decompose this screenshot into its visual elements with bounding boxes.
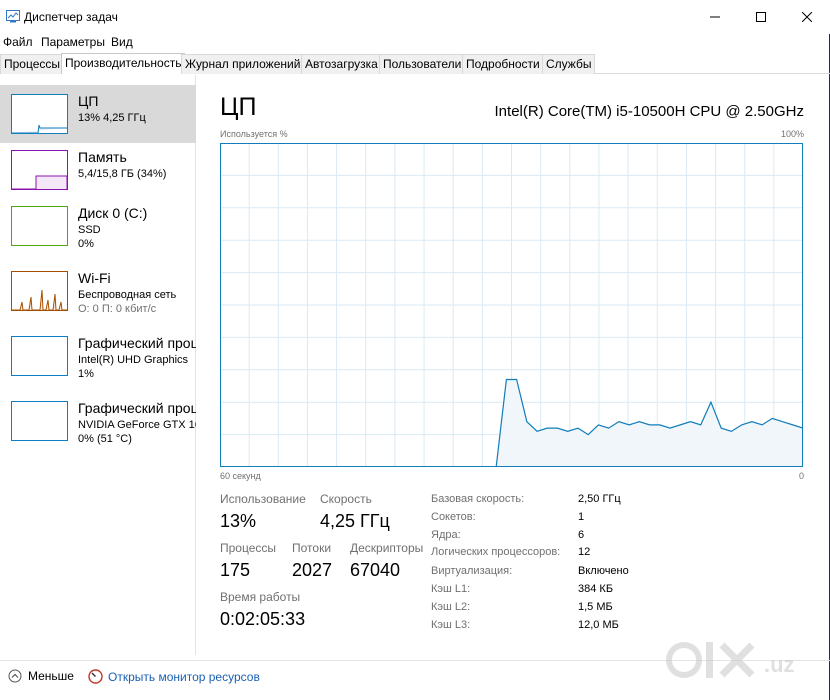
cpu-usage-graph bbox=[220, 143, 803, 467]
graph-x-label: 60 секунд bbox=[220, 471, 261, 481]
watermark-domain: .uz bbox=[764, 652, 795, 677]
graph-y-label: Используется % bbox=[220, 129, 288, 139]
handles-value: 67040 bbox=[350, 560, 401, 580]
sidebar-item-detail: О: 0 П: 0 кбит/с bbox=[78, 303, 157, 315]
handles-label: Дескрипторы bbox=[350, 541, 424, 555]
open-resource-monitor-label: Открыть монитор ресурсов bbox=[108, 669, 260, 684]
sidebar-item-gpu-1[interactable]: Графический процессор 1 NVIDIA GeForce G… bbox=[0, 392, 196, 450]
sidebar-item-detail: Беспроводная сеть bbox=[78, 289, 177, 301]
cpu-model-name: Intel(R) Core(TM) i5-10500H CPU @ 2.50GH… bbox=[494, 103, 804, 120]
maximize-button[interactable] bbox=[738, 0, 784, 34]
usage-label: Использование bbox=[220, 492, 306, 506]
spec-value: 6 bbox=[578, 529, 585, 541]
minimize-icon bbox=[710, 16, 720, 18]
sidebar-item-disk[interactable]: Диск 0 (C:) SSD 0% bbox=[0, 197, 196, 255]
sidebar-item-detail: Intel(R) UHD Graphics bbox=[78, 354, 189, 366]
close-button[interactable] bbox=[784, 0, 830, 34]
speed-label: Скорость bbox=[320, 492, 372, 506]
threads-label: Потоки bbox=[292, 541, 332, 555]
fewer-details-button[interactable]: Меньше bbox=[8, 669, 74, 683]
spec-value: 2,50 ГГц bbox=[578, 493, 621, 505]
disk-thumbnail-graph bbox=[11, 206, 68, 246]
window-title: Диспетчер задач bbox=[24, 10, 118, 24]
graph-x-end-label: 0 bbox=[798, 471, 804, 481]
sidebar-item-wifi[interactable]: Wi-Fi Беспроводная сеть О: 0 П: 0 кбит/с bbox=[0, 262, 196, 320]
sidebar-item-label: Wi-Fi bbox=[78, 270, 111, 286]
sidebar-item-detail: 0% bbox=[78, 238, 94, 250]
gpu0-thumbnail-graph bbox=[11, 336, 68, 376]
title-bar[interactable]: Диспетчер задач bbox=[0, 0, 830, 34]
sidebar-item-label: Графический процессор 1 bbox=[78, 400, 196, 416]
olx-watermark: .uz bbox=[664, 630, 824, 690]
memory-thumbnail-graph bbox=[11, 150, 68, 190]
sidebar-item-detail: 5,4/15,8 ГБ (34%) bbox=[78, 168, 167, 180]
tab-users[interactable]: Пользователи bbox=[379, 54, 466, 74]
performance-sidebar: ЦП 13% 4,25 ГГц Память 5,4/15,8 ГБ (34%)… bbox=[0, 75, 196, 655]
sidebar-item-memory[interactable]: Память 5,4/15,8 ГБ (34%) bbox=[0, 141, 196, 199]
spec-key: Сокетов: bbox=[431, 511, 476, 523]
spec-key: Ядра: bbox=[431, 529, 461, 541]
sidebar-item-label: Память bbox=[78, 149, 127, 165]
close-icon bbox=[802, 12, 812, 22]
gpu1-thumbnail-graph bbox=[11, 401, 68, 441]
sidebar-item-gpu-0[interactable]: Графический процессор 0 Intel(R) UHD Gra… bbox=[0, 327, 196, 385]
olx-watermark-logo bbox=[666, 642, 755, 678]
menu-options[interactable]: Параметры bbox=[41, 35, 105, 49]
spec-value: 12,0 МБ bbox=[578, 619, 619, 631]
processes-label: Процессы bbox=[220, 541, 277, 555]
spec-key: Кэш L2: bbox=[431, 601, 471, 613]
fewer-details-label: Меньше bbox=[28, 669, 74, 683]
spec-key: Кэш L3: bbox=[431, 619, 471, 631]
usage-value: 13% bbox=[220, 511, 257, 531]
tab-details[interactable]: Подробности bbox=[462, 54, 544, 74]
processes-value: 175 bbox=[220, 560, 251, 580]
menu-view[interactable]: Вид bbox=[111, 35, 133, 49]
sidebar-item-detail: 13% 4,25 ГГц bbox=[78, 112, 146, 124]
spec-key: Кэш L1: bbox=[431, 583, 471, 595]
tab-processes[interactable]: Процессы bbox=[0, 54, 65, 74]
sidebar-item-label: Графический процессор 0 bbox=[78, 335, 196, 351]
spec-value: Включено bbox=[578, 565, 629, 577]
sidebar-item-detail: SSD bbox=[78, 224, 101, 236]
spec-value: 1 bbox=[578, 511, 585, 523]
chevron-up-icon bbox=[8, 669, 22, 683]
task-manager-window: Диспетчер задач Файл Параметры Вид Проце… bbox=[0, 0, 830, 700]
spec-key: Логических процессоров: bbox=[431, 546, 561, 558]
spec-key: Виртуализация: bbox=[431, 565, 513, 577]
sidebar-item-detail: 1% bbox=[78, 368, 94, 380]
threads-value: 2027 bbox=[292, 560, 333, 580]
sidebar-item-detail: 0% (51 °C) bbox=[78, 433, 132, 445]
tab-services[interactable]: Службы bbox=[542, 54, 596, 74]
tab-strip: Процессы Производительность Журнал прило… bbox=[0, 53, 830, 74]
tab-app-history[interactable]: Журнал приложений bbox=[181, 54, 305, 74]
graph-y-max-label: 100% bbox=[780, 129, 804, 139]
page-title: ЦП bbox=[220, 93, 257, 121]
maximize-icon bbox=[756, 12, 766, 22]
wifi-thumbnail-graph bbox=[11, 271, 68, 311]
spec-key: Базовая скорость: bbox=[431, 493, 525, 505]
tab-performance[interactable]: Производительность bbox=[61, 53, 186, 74]
cpu-thumbnail-graph bbox=[11, 94, 68, 134]
sidebar-item-cpu[interactable]: ЦП 13% 4,25 ГГц bbox=[0, 85, 196, 143]
tab-startup[interactable]: Автозагрузка bbox=[301, 54, 382, 74]
uptime-label: Время работы bbox=[220, 590, 301, 604]
menu-file[interactable]: Файл bbox=[3, 35, 33, 49]
spec-value: 384 КБ bbox=[578, 583, 614, 595]
resource-monitor-icon bbox=[88, 669, 103, 684]
spec-value: 12 bbox=[578, 546, 591, 558]
sidebar-item-label: ЦП bbox=[78, 93, 99, 109]
cpu-detail-panel: ЦП Intel(R) Core(TM) i5-10500H CPU @ 2.5… bbox=[196, 75, 830, 655]
open-resource-monitor-link[interactable]: Открыть монитор ресурсов bbox=[88, 669, 260, 684]
sidebar-item-detail: NVIDIA GeForce GTX 1650 bbox=[78, 419, 196, 431]
uptime-value: 0:02:05:33 bbox=[220, 609, 306, 629]
task-manager-app-icon bbox=[6, 10, 20, 23]
speed-value: 4,25 ГГц bbox=[320, 511, 390, 531]
sidebar-item-label: Диск 0 (C:) bbox=[78, 205, 148, 221]
minimize-button[interactable] bbox=[692, 0, 738, 34]
spec-value: 1,5 МБ bbox=[578, 601, 613, 613]
